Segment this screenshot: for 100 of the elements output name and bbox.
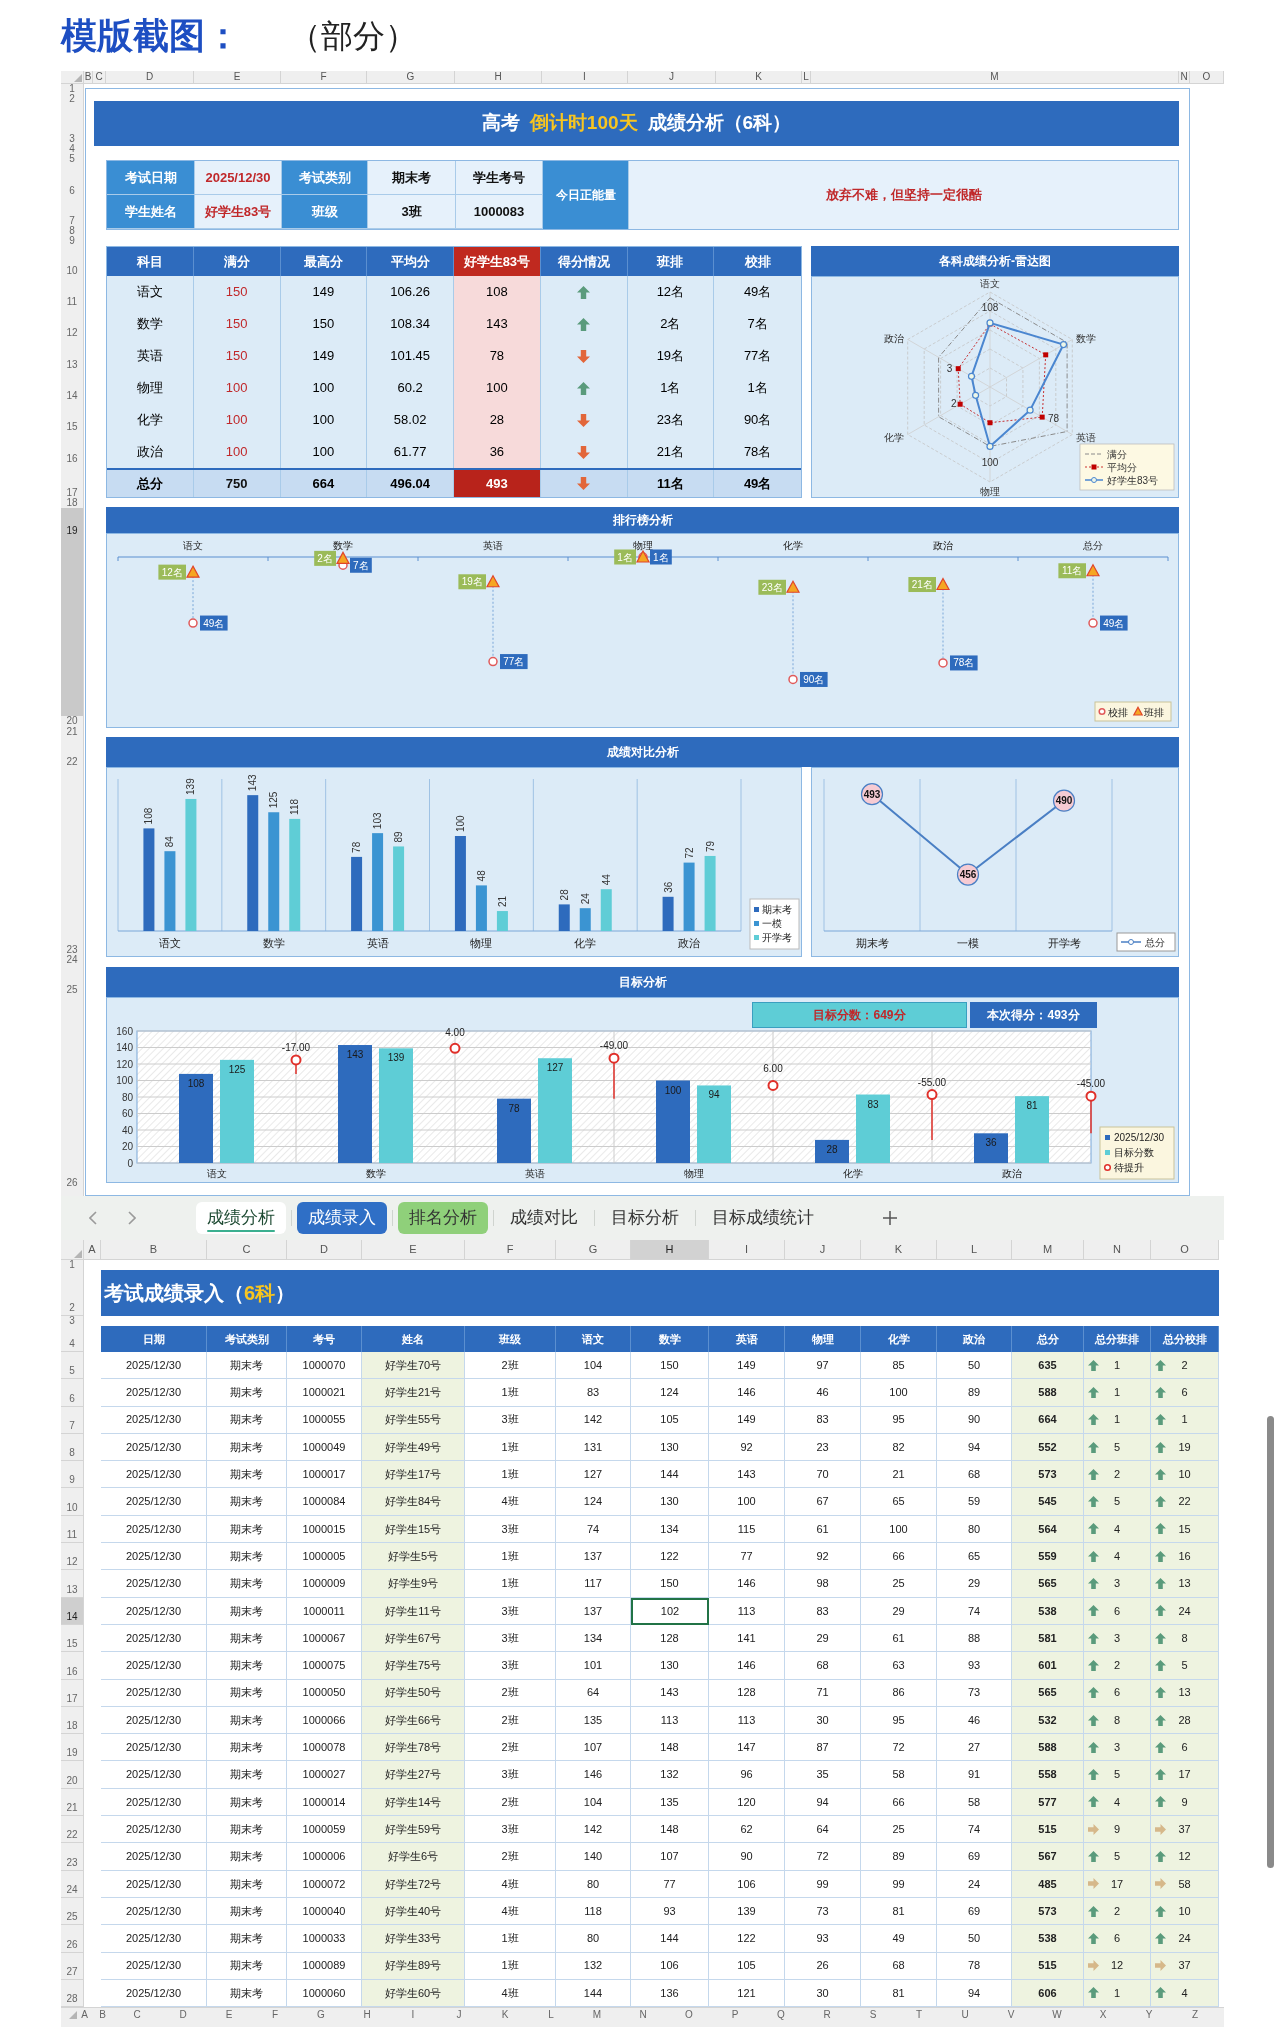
column-header[interactable]: X — [1080, 2008, 1126, 2027]
row-header[interactable]: 14 — [61, 1597, 84, 1625]
column-header[interactable]: C — [93, 71, 106, 84]
column-header[interactable]: E — [206, 2008, 252, 2027]
column-header[interactable]: R — [804, 2008, 850, 2027]
column-header[interactable]: U — [942, 2008, 988, 2027]
row-header[interactable]: 5 — [61, 1352, 84, 1380]
row-header[interactable]: 18 — [61, 498, 83, 508]
row-header[interactable]: 6 — [61, 1379, 84, 1407]
column-header[interactable]: D — [106, 71, 194, 84]
column-header[interactable]: B — [101, 1240, 207, 1260]
row-header[interactable]: 24 — [61, 1870, 84, 1898]
row-header[interactable]: 20 — [61, 716, 83, 726]
column-header[interactable]: K — [482, 2008, 528, 2027]
row-header[interactable]: 2 — [61, 1270, 84, 1316]
column-header[interactable]: T — [896, 2008, 942, 2027]
row-header[interactable]: 9 — [61, 1461, 84, 1489]
row-header[interactable]: 13 — [61, 338, 83, 370]
column-header[interactable]: N — [620, 2008, 666, 2027]
row-header[interactable]: 21 — [61, 726, 83, 737]
row-header[interactable]: 13 — [61, 1570, 84, 1598]
column-header[interactable]: G — [298, 2008, 344, 2027]
column-header[interactable]: L — [802, 71, 811, 84]
column-header[interactable]: C — [114, 2008, 160, 2027]
column-header[interactable]: A — [84, 1240, 101, 1260]
sheet-tab[interactable]: 目标成绩统计 — [701, 1202, 825, 1234]
column-header[interactable]: D — [160, 2008, 206, 2027]
column-header[interactable]: M — [574, 2008, 620, 2027]
column-header[interactable]: K — [716, 71, 802, 84]
row-header[interactable]: 17 — [61, 1679, 84, 1707]
row-header[interactable]: 26 — [61, 1175, 83, 1196]
column-header[interactable]: M — [1012, 1240, 1084, 1260]
column-header[interactable]: I — [709, 1240, 785, 1260]
row-header[interactable]: 14 — [61, 370, 83, 401]
column-header[interactable]: I — [542, 71, 628, 84]
column-header[interactable]: H — [344, 2008, 390, 2027]
column-header[interactable]: G — [367, 71, 455, 84]
row-header[interactable]: 10 — [61, 246, 83, 276]
column-header[interactable]: I — [390, 2008, 436, 2027]
column-header[interactable]: L — [937, 1240, 1012, 1260]
sheet-tab[interactable]: 目标分析 — [600, 1202, 690, 1234]
row-header[interactable]: 10 — [61, 1488, 84, 1516]
row-header[interactable]: 9 — [61, 236, 83, 246]
column-header[interactable]: S — [850, 2008, 896, 2027]
column-header[interactable]: M — [811, 71, 1179, 84]
column-header[interactable]: E — [362, 1240, 465, 1260]
column-header[interactable]: Q — [758, 2008, 804, 2027]
column-header[interactable]: A — [78, 2008, 91, 2027]
column-header[interactable]: P — [712, 2008, 758, 2027]
row-header[interactable]: 8 — [61, 1433, 84, 1462]
row-header[interactable]: 24 — [61, 955, 83, 965]
row-header[interactable]: 11 — [61, 1515, 84, 1544]
column-header[interactable]: J — [628, 71, 716, 84]
column-header[interactable]: F — [465, 1240, 556, 1260]
column-header[interactable]: J — [436, 2008, 482, 2027]
column-header[interactable]: O — [1190, 71, 1224, 84]
column-header[interactable]: H — [631, 1240, 709, 1260]
row-header[interactable]: 12 — [61, 307, 83, 338]
column-header[interactable]: D — [287, 1240, 362, 1260]
row-header[interactable]: 23 — [61, 1843, 84, 1871]
column-header[interactable]: O — [666, 2008, 712, 2027]
row-header[interactable]: 8 — [61, 226, 83, 236]
row-header[interactable]: 7 — [61, 196, 83, 226]
row-header[interactable]: 7 — [61, 1406, 84, 1434]
row-header[interactable]: 22 — [61, 1816, 84, 1844]
select-all-icon[interactable] — [74, 1250, 82, 1258]
column-header[interactable]: L — [528, 2008, 574, 2027]
row-header[interactable]: 23 — [61, 945, 83, 955]
sheet-tab[interactable]: 排名分析 — [398, 1202, 488, 1234]
chevron-right-icon[interactable] — [128, 1211, 136, 1225]
row-header[interactable]: 22 — [61, 737, 83, 945]
row-header[interactable]: 15 — [61, 401, 83, 432]
sheet-tab[interactable]: 成绩对比 — [499, 1202, 589, 1234]
column-header[interactable]: H — [455, 71, 542, 84]
row-header[interactable]: 4 — [61, 144, 83, 154]
row-header[interactable]: 19 — [61, 508, 83, 716]
column-header[interactable]: V — [988, 2008, 1034, 2027]
row-header[interactable]: 6 — [61, 164, 83, 196]
row-header[interactable]: 12 — [61, 1543, 84, 1571]
column-header[interactable]: C — [207, 1240, 287, 1260]
row-header[interactable]: 25 — [61, 965, 83, 1175]
column-header[interactable]: Z — [1172, 2008, 1218, 2027]
column-header[interactable]: F — [281, 71, 367, 84]
column-header[interactable]: F — [252, 2008, 298, 2027]
column-header[interactable]: E — [194, 71, 281, 84]
row-header[interactable]: 16 — [61, 1652, 84, 1680]
column-header[interactable]: G — [556, 1240, 631, 1260]
row-header[interactable]: 11 — [61, 276, 83, 307]
row-header[interactable]: 17 — [61, 464, 83, 498]
vertical-scrollbar[interactable] — [1267, 1416, 1274, 1868]
column-header[interactable]: O — [1151, 1240, 1219, 1260]
row-header[interactable]: 20 — [61, 1761, 84, 1789]
row-header[interactable]: 25 — [61, 1897, 84, 1926]
column-header[interactable]: W — [1034, 2008, 1080, 2027]
row-header[interactable]: 27 — [61, 1952, 84, 1980]
row-header[interactable]: 4 — [61, 1326, 84, 1352]
row-header[interactable]: 15 — [61, 1624, 84, 1653]
column-header[interactable]: B — [91, 2008, 114, 2027]
row-header[interactable]: 19 — [61, 1734, 84, 1762]
row-header[interactable]: 16 — [61, 432, 83, 464]
